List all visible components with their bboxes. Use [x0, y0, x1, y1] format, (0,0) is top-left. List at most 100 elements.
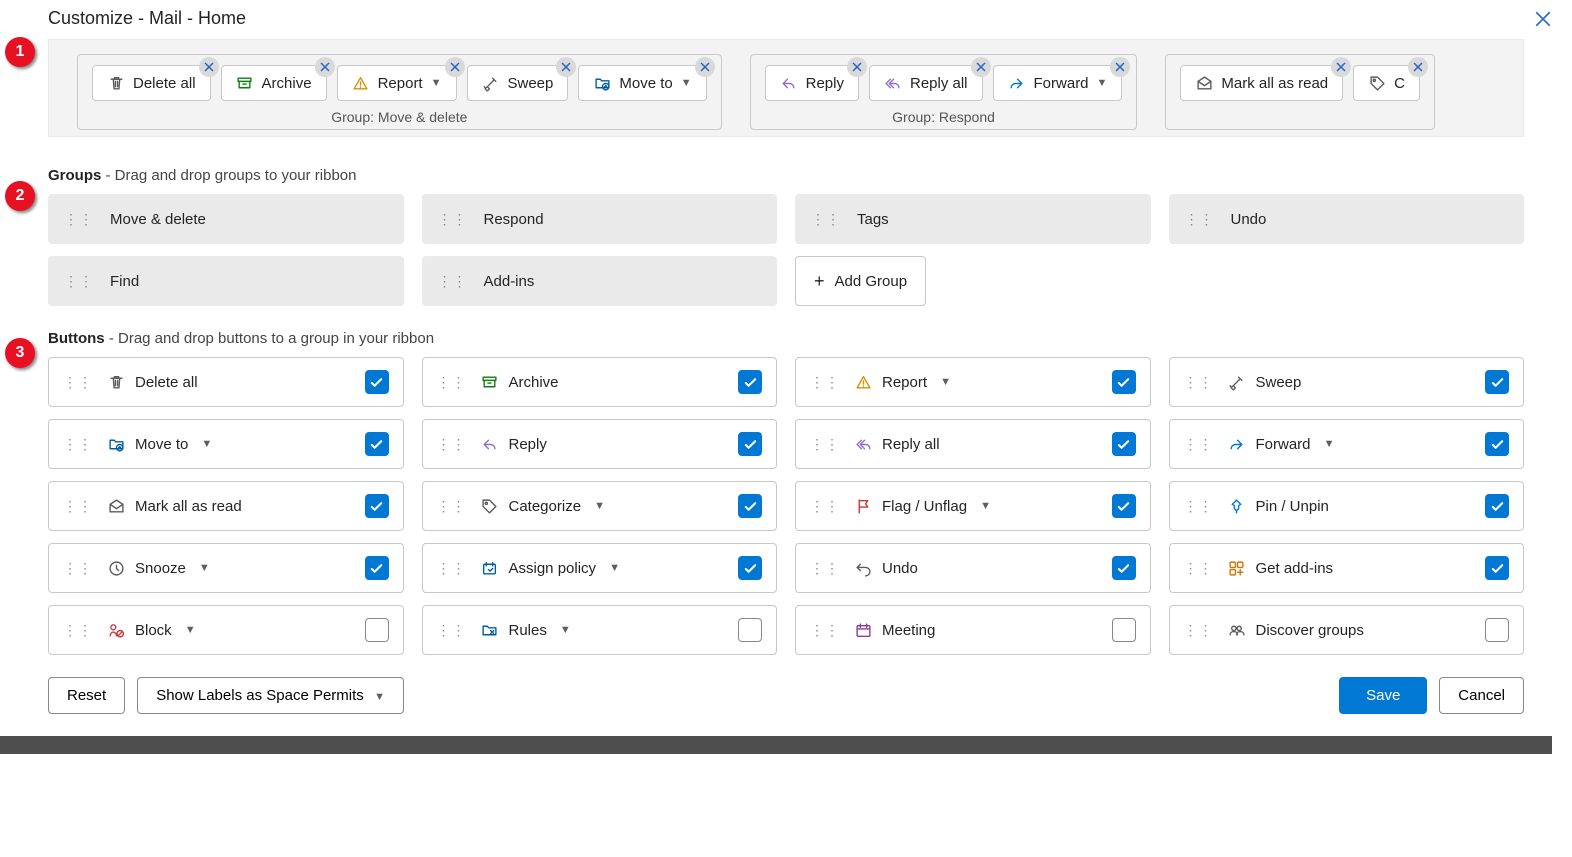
checkbox[interactable]	[365, 494, 389, 518]
button-tile[interactable]: ⋮⋮Get add-ins	[1169, 543, 1525, 593]
remove-button-icon[interactable]	[1110, 57, 1130, 77]
button-tile[interactable]: ⋮⋮Pin / Unpin	[1169, 481, 1525, 531]
button-tile[interactable]: ⋮⋮Meeting	[795, 605, 1151, 655]
button-tile[interactable]: ⋮⋮Assign policy ▼	[422, 543, 778, 593]
ribbon-button[interactable]: Move to▼	[578, 65, 706, 101]
drag-handle-icon[interactable]: ⋮⋮	[63, 622, 93, 639]
add-group-button[interactable]: +Add Group	[795, 256, 926, 306]
ribbon-button[interactable]: Reply	[765, 65, 859, 101]
drag-handle-icon[interactable]: ⋮⋮	[437, 436, 467, 453]
drag-handle-icon[interactable]: ⋮⋮	[63, 436, 93, 453]
button-tile[interactable]: ⋮⋮Undo	[795, 543, 1151, 593]
checkbox[interactable]	[738, 432, 762, 456]
ribbon-button[interactable]: Sweep	[467, 65, 569, 101]
button-tile[interactable]: ⋮⋮Move to ▼	[48, 419, 404, 469]
button-tile[interactable]: ⋮⋮Block ▼	[48, 605, 404, 655]
group-tile[interactable]: ⋮⋮Add-ins	[422, 256, 778, 306]
checkbox[interactable]	[738, 370, 762, 394]
drag-handle-icon[interactable]: ⋮⋮	[437, 560, 467, 577]
drag-handle-icon[interactable]: ⋮⋮	[63, 498, 93, 515]
checkbox[interactable]	[365, 370, 389, 394]
remove-button-icon[interactable]	[445, 57, 465, 77]
checkbox[interactable]	[738, 556, 762, 580]
drag-handle-icon[interactable]: ⋮⋮	[810, 374, 840, 391]
ribbon-button[interactable]: Mark all as read	[1180, 65, 1343, 101]
drag-handle-icon[interactable]: ⋮⋮	[1184, 622, 1214, 639]
save-button[interactable]: Save	[1339, 677, 1427, 714]
checkbox[interactable]	[365, 618, 389, 642]
button-tile[interactable]: ⋮⋮Discover groups	[1169, 605, 1525, 655]
cancel-button[interactable]: Cancel	[1439, 677, 1524, 714]
drag-handle-icon[interactable]: ⋮⋮	[438, 273, 468, 290]
button-tile[interactable]: ⋮⋮Report ▼	[795, 357, 1151, 407]
drag-handle-icon[interactable]: ⋮⋮	[64, 211, 94, 228]
drag-handle-icon[interactable]: ⋮⋮	[810, 498, 840, 515]
ribbon-button[interactable]: Forward▼	[993, 65, 1123, 101]
remove-button-icon[interactable]	[1408, 57, 1428, 77]
checkbox[interactable]	[1485, 556, 1509, 580]
button-tile[interactable]: ⋮⋮Forward ▼	[1169, 419, 1525, 469]
group-tile[interactable]: ⋮⋮Respond	[422, 194, 778, 244]
group-tile[interactable]: ⋮⋮Find	[48, 256, 404, 306]
drag-handle-icon[interactable]: ⋮⋮	[810, 560, 840, 577]
drag-handle-icon[interactable]: ⋮⋮	[810, 622, 840, 639]
drag-handle-icon[interactable]: ⋮⋮	[810, 436, 840, 453]
drag-handle-icon[interactable]: ⋮⋮	[437, 622, 467, 639]
remove-button-icon[interactable]	[556, 57, 576, 77]
checkbox[interactable]	[1485, 370, 1509, 394]
checkbox[interactable]	[738, 494, 762, 518]
drag-handle-icon[interactable]: ⋮⋮	[811, 211, 841, 228]
checkbox[interactable]	[1485, 432, 1509, 456]
button-tile[interactable]: ⋮⋮Delete all	[48, 357, 404, 407]
remove-button-icon[interactable]	[199, 57, 219, 77]
checkbox[interactable]	[1112, 618, 1136, 642]
remove-button-icon[interactable]	[971, 57, 991, 77]
remove-button-icon[interactable]	[695, 57, 715, 77]
ribbon-button[interactable]: C	[1353, 65, 1420, 101]
ribbon-button[interactable]: Archive	[221, 65, 327, 101]
checkbox[interactable]	[365, 432, 389, 456]
ribbon-button[interactable]: Delete all	[92, 65, 211, 101]
drag-handle-icon[interactable]: ⋮⋮	[1184, 374, 1214, 391]
drag-handle-icon[interactable]: ⋮⋮	[438, 211, 468, 228]
button-tile[interactable]: ⋮⋮Flag / Unflag ▼	[795, 481, 1151, 531]
remove-button-icon[interactable]	[847, 57, 867, 77]
close-icon[interactable]	[1534, 10, 1552, 28]
button-tile[interactable]: ⋮⋮Reply all	[795, 419, 1151, 469]
checkbox[interactable]	[1112, 370, 1136, 394]
group-tile[interactable]: ⋮⋮Tags	[795, 194, 1151, 244]
button-tile[interactable]: ⋮⋮Archive	[422, 357, 778, 407]
ribbon-scroll[interactable]: Delete allArchiveReport▼SweepMove to▼Gro…	[49, 40, 1523, 136]
ribbon-button[interactable]: Reply all	[869, 65, 983, 101]
ribbon-button[interactable]: Report▼	[337, 65, 457, 101]
remove-button-icon[interactable]	[1331, 57, 1351, 77]
button-tile[interactable]: ⋮⋮Rules ▼	[422, 605, 778, 655]
remove-button-icon[interactable]	[315, 57, 335, 77]
drag-handle-icon[interactable]: ⋮⋮	[437, 374, 467, 391]
drag-handle-icon[interactable]: ⋮⋮	[1184, 498, 1214, 515]
button-tile[interactable]: ⋮⋮Categorize ▼	[422, 481, 778, 531]
group-tile[interactable]: ⋮⋮Undo	[1169, 194, 1525, 244]
reset-button[interactable]: Reset	[48, 677, 125, 714]
checkbox[interactable]	[1485, 494, 1509, 518]
checkbox[interactable]	[1112, 556, 1136, 580]
group-tile[interactable]: ⋮⋮Move & delete	[48, 194, 404, 244]
drag-handle-icon[interactable]: ⋮⋮	[1184, 436, 1214, 453]
button-tile[interactable]: ⋮⋮Snooze ▼	[48, 543, 404, 593]
drag-handle-icon[interactable]: ⋮⋮	[437, 498, 467, 515]
checkbox[interactable]	[1485, 618, 1509, 642]
checkbox[interactable]	[365, 556, 389, 580]
checkbox[interactable]	[738, 618, 762, 642]
dialog-title: Customize - Mail - Home	[48, 8, 246, 29]
checkbox[interactable]	[1112, 432, 1136, 456]
button-tile[interactable]: ⋮⋮Reply	[422, 419, 778, 469]
button-tile[interactable]: ⋮⋮Sweep	[1169, 357, 1525, 407]
button-tile[interactable]: ⋮⋮Mark all as read	[48, 481, 404, 531]
drag-handle-icon[interactable]: ⋮⋮	[64, 273, 94, 290]
checkbox[interactable]	[1112, 494, 1136, 518]
drag-handle-icon[interactable]: ⋮⋮	[63, 374, 93, 391]
show-labels-dropdown[interactable]: Show Labels as Space Permits ▼	[137, 677, 404, 714]
drag-handle-icon[interactable]: ⋮⋮	[1184, 560, 1214, 577]
drag-handle-icon[interactable]: ⋮⋮	[63, 560, 93, 577]
drag-handle-icon[interactable]: ⋮⋮	[1185, 211, 1215, 228]
